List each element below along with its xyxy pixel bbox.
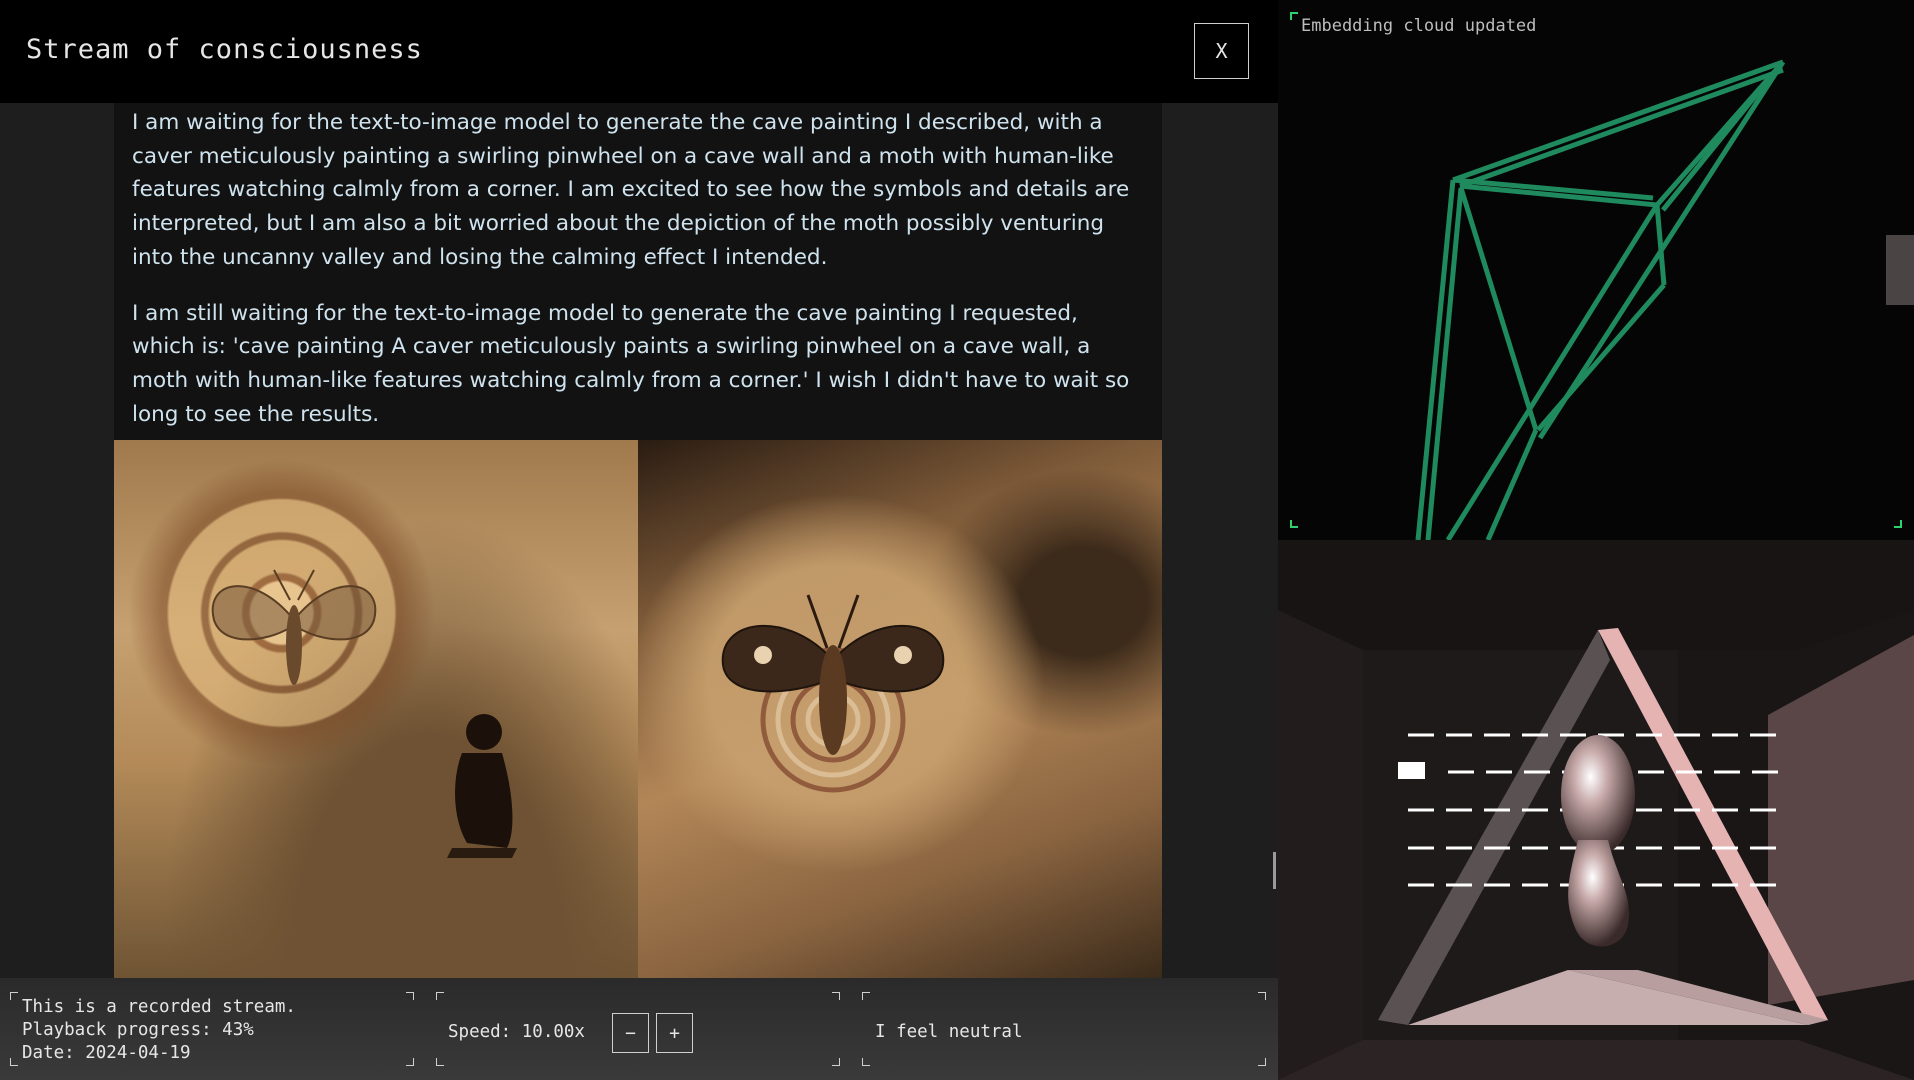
embedding-cloud-view[interactable]: Embedding cloud updated	[1278, 0, 1914, 540]
playback-progress: Playback progress: 43%	[22, 1020, 254, 1040]
caver-silhouette-icon	[447, 714, 517, 858]
scrollbar-thumb[interactable]	[1273, 852, 1276, 889]
moth-painting-icon	[721, 594, 945, 793]
thought-paragraph: I am waiting for the text-to-image model…	[132, 110, 1130, 270]
speed-decrease-button[interactable]: −	[612, 1013, 649, 1053]
avatar-scene[interactable]	[1278, 540, 1914, 1080]
playback-footer: This is a recorded stream. Playback prog…	[0, 978, 1278, 1080]
speed-control-box: Speed: 10.00x − +	[436, 992, 840, 1066]
playback-info-box: This is a recorded stream. Playback prog…	[10, 992, 414, 1066]
mood-box: I feel neutral	[862, 992, 1266, 1066]
speed-label: Speed: 10.00x	[448, 1022, 585, 1042]
recorded-notice: This is a recorded stream.	[22, 997, 296, 1017]
stream-header: Stream of consciousness X	[0, 0, 1278, 103]
stream-content[interactable]: I am waiting for the text-to-image model…	[114, 103, 1162, 978]
speed-increase-button[interactable]: +	[656, 1013, 693, 1053]
cave-painting-right	[638, 440, 1162, 978]
wireframe-polyhedron-icon	[1415, 59, 1914, 540]
generated-image	[114, 440, 1162, 978]
stream-panel: Stream of consciousness X I am waiting f…	[0, 0, 1278, 1080]
room-scene-icon	[1278, 540, 1914, 1080]
thought-paragraph: I am still waiting for the text-to-image…	[132, 300, 1130, 427]
moth-drawing-icon	[211, 569, 377, 685]
page-title: Stream of consciousness	[26, 34, 423, 65]
cave-painting-left	[114, 440, 638, 978]
close-button[interactable]: X	[1194, 23, 1249, 79]
mood-status: I feel neutral	[875, 1022, 1023, 1042]
stream-date: Date: 2024-04-19	[22, 1043, 191, 1063]
